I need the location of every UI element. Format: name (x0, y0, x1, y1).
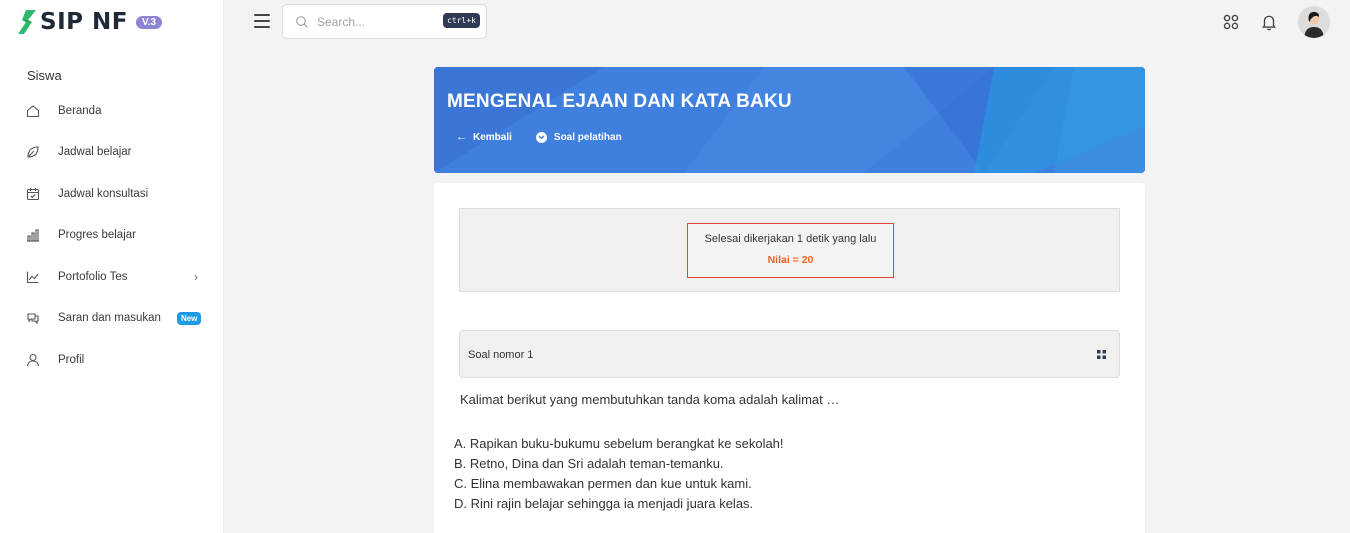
logo-text: SIP NF (40, 9, 128, 35)
question-text: Kalimat berikut yang membutuhkan tanda k… (460, 392, 840, 407)
user-icon (26, 353, 40, 367)
apps-icon[interactable] (1222, 13, 1240, 31)
answer-option-d[interactable]: D. Rini rajin belajar sehingga ia menjad… (454, 494, 784, 514)
result-panel: Selesai dikerjakan 1 detik yang lalu Nil… (459, 208, 1120, 292)
sidebar-item-progres-belajar[interactable]: Progres belajar (0, 215, 224, 257)
sidebar-item-profil[interactable]: Profil (0, 339, 224, 381)
search-shortcut-badge: ctrl+k (443, 13, 480, 28)
sidebar-item-label: Beranda (58, 104, 102, 117)
sidebar-item-label: Saran dan masukan (58, 312, 161, 325)
banner-background (434, 67, 1145, 173)
search-input[interactable] (317, 14, 427, 29)
back-link-label: Kembali (473, 131, 512, 143)
sidebar-item-jadwal-belajar[interactable]: Jadwal belajar (0, 132, 224, 174)
page-title: MENGENAL EJAAN DAN KATA BAKU (447, 91, 792, 112)
chevron-right-icon: › (194, 270, 198, 284)
search-icon (296, 15, 308, 28)
banner-links: ← Kembali Soal pelatihan (456, 131, 622, 143)
sidebar-nav: Beranda Jadwal belajar Jadwal konsultasi… (0, 90, 224, 381)
arrow-left-icon: ← (456, 131, 467, 143)
grid-icon[interactable] (1097, 350, 1106, 359)
leaf-icon (26, 145, 40, 159)
page-header-banner: MENGENAL EJAAN DAN KATA BAKU ← Kembali S… (434, 67, 1145, 173)
answer-option-b[interactable]: B. Retno, Dina dan Sri adalah teman-tema… (454, 454, 784, 474)
sidebar-item-label: Portofolio Tes (58, 270, 128, 283)
answer-option-a[interactable]: A. Rapikan buku-bukumu sebelum berangkat… (454, 434, 784, 454)
avatar[interactable] (1298, 6, 1330, 38)
sidebar-item-label: Jadwal belajar (58, 146, 132, 159)
chat-icon (26, 311, 40, 325)
search-box[interactable]: ctrl+k (282, 4, 487, 39)
sidebar-item-label: Profil (58, 353, 85, 366)
new-badge: New (176, 311, 202, 325)
bell-icon[interactable] (1260, 13, 1278, 31)
bar-chart-icon (26, 228, 40, 242)
soal-pelatihan-dropdown[interactable]: Soal pelatihan (535, 131, 622, 143)
answer-options: A. Rapikan buku-bukumu sebelum berangkat… (454, 434, 784, 514)
topbar-actions (1222, 6, 1330, 38)
line-chart-icon (26, 270, 40, 284)
sidebar-item-label: Jadwal konsultasi (58, 187, 149, 200)
app-logo[interactable]: SIP NF V.3 (18, 8, 163, 36)
home-icon (26, 104, 40, 118)
sidebar-section-title: Siswa (27, 68, 62, 83)
question-header: Soal nomor 1 (459, 330, 1120, 378)
sidebar-item-portofolio-tes[interactable]: Portofolio Tes › (0, 256, 224, 298)
result-summary: Selesai dikerjakan 1 detik yang lalu Nil… (687, 223, 894, 278)
sidebar: SIP NF V.3 Siswa Beranda Jadwal belajar … (0, 0, 224, 533)
version-badge: V.3 (135, 15, 163, 29)
question-number-label: Soal nomor 1 (468, 349, 534, 361)
sidebar-item-saran-dan-masukan[interactable]: Saran dan masukan New (0, 298, 224, 340)
score-text: Nilai = 20 (767, 254, 814, 266)
quiz-card: Selesai dikerjakan 1 detik yang lalu Nil… (434, 183, 1145, 533)
dropdown-label: Soal pelatihan (553, 131, 622, 143)
chevron-down-icon (535, 131, 547, 143)
topbar: ctrl+k (224, 0, 1350, 44)
back-link[interactable]: ← Kembali (456, 131, 512, 143)
sidebar-item-jadwal-konsultasi[interactable]: Jadwal konsultasi (0, 173, 224, 215)
sidebar-item-label: Progres belajar (58, 229, 136, 242)
sidebar-item-beranda[interactable]: Beranda (0, 90, 224, 132)
calendar-check-icon (26, 187, 40, 201)
completion-status: Selesai dikerjakan 1 detik yang lalu (704, 233, 877, 245)
logo-icon (18, 10, 36, 34)
answer-option-c[interactable]: C. Elina membawakan permen dan kue untuk… (454, 474, 784, 494)
menu-icon[interactable] (254, 14, 270, 28)
